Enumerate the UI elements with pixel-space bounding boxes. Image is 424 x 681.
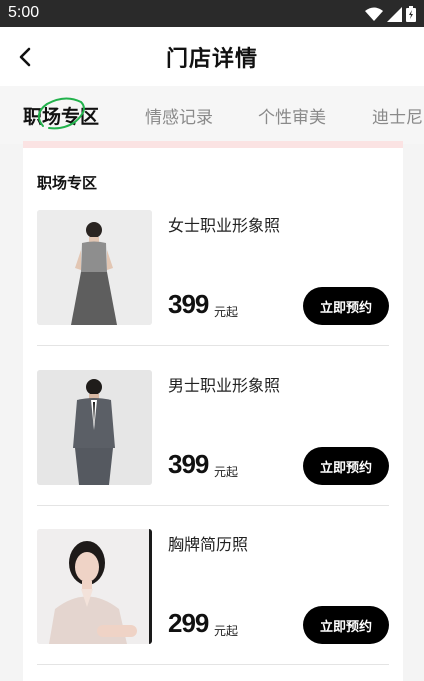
wifi-icon — [365, 7, 383, 21]
page-title: 门店详情 — [165, 47, 258, 72]
status-bar: 5:00 — [0, 0, 424, 27]
product-price: 299 — [168, 608, 209, 638]
tab-disney[interactable]: 迪士尼 — [372, 103, 423, 128]
product-price: 399 — [168, 289, 209, 319]
product-card: 职场专区 女士职业形象照 399 元起 立即预约 男士职业形象照 399 元起 … — [23, 141, 403, 681]
product-thumbnail[interactable] — [37, 210, 152, 325]
tab-personal-aesthetic[interactable]: 个性审美 — [258, 103, 326, 128]
price-unit: 元起 — [214, 465, 239, 479]
item-divider — [37, 664, 389, 665]
book-now-button[interactable]: 立即预约 — [303, 287, 389, 325]
product-name: 胸牌简历照 — [168, 535, 249, 554]
product-thumbnail[interactable] — [37, 529, 152, 644]
status-icons — [365, 6, 416, 22]
price-unit: 元起 — [214, 305, 239, 319]
card-top-accent — [23, 141, 403, 148]
book-now-button[interactable]: 立即预约 — [303, 447, 389, 485]
battery-icon — [406, 6, 416, 22]
signal-icon — [387, 6, 402, 22]
active-tab-ring-icon — [37, 97, 85, 130]
item-divider — [37, 345, 389, 346]
book-now-button[interactable]: 立即预约 — [303, 606, 389, 644]
price-unit: 元起 — [214, 624, 239, 638]
product-name: 女士职业形象照 — [168, 216, 281, 235]
section-title: 职场专区 — [37, 174, 98, 192]
list-item[interactable]: 女士职业形象照 399 元起 立即预约 — [37, 210, 389, 346]
product-thumbnail[interactable] — [37, 370, 152, 485]
status-time: 5:00 — [8, 4, 40, 21]
man-portrait-icon — [37, 370, 152, 485]
list-item[interactable]: 男士职业形象照 399 元起 立即预约 — [37, 370, 389, 506]
app-header: 门店详情 — [0, 27, 424, 86]
product-name: 男士职业形象照 — [168, 376, 281, 395]
product-price: 399 — [168, 449, 209, 479]
item-divider — [37, 505, 389, 506]
badge-portrait-icon — [37, 529, 152, 644]
list-item[interactable]: 胸牌简历照 299 元起 立即预约 — [37, 529, 389, 665]
woman-portrait-icon — [37, 210, 152, 325]
tab-emotion-record[interactable]: 情感记录 — [145, 103, 213, 128]
